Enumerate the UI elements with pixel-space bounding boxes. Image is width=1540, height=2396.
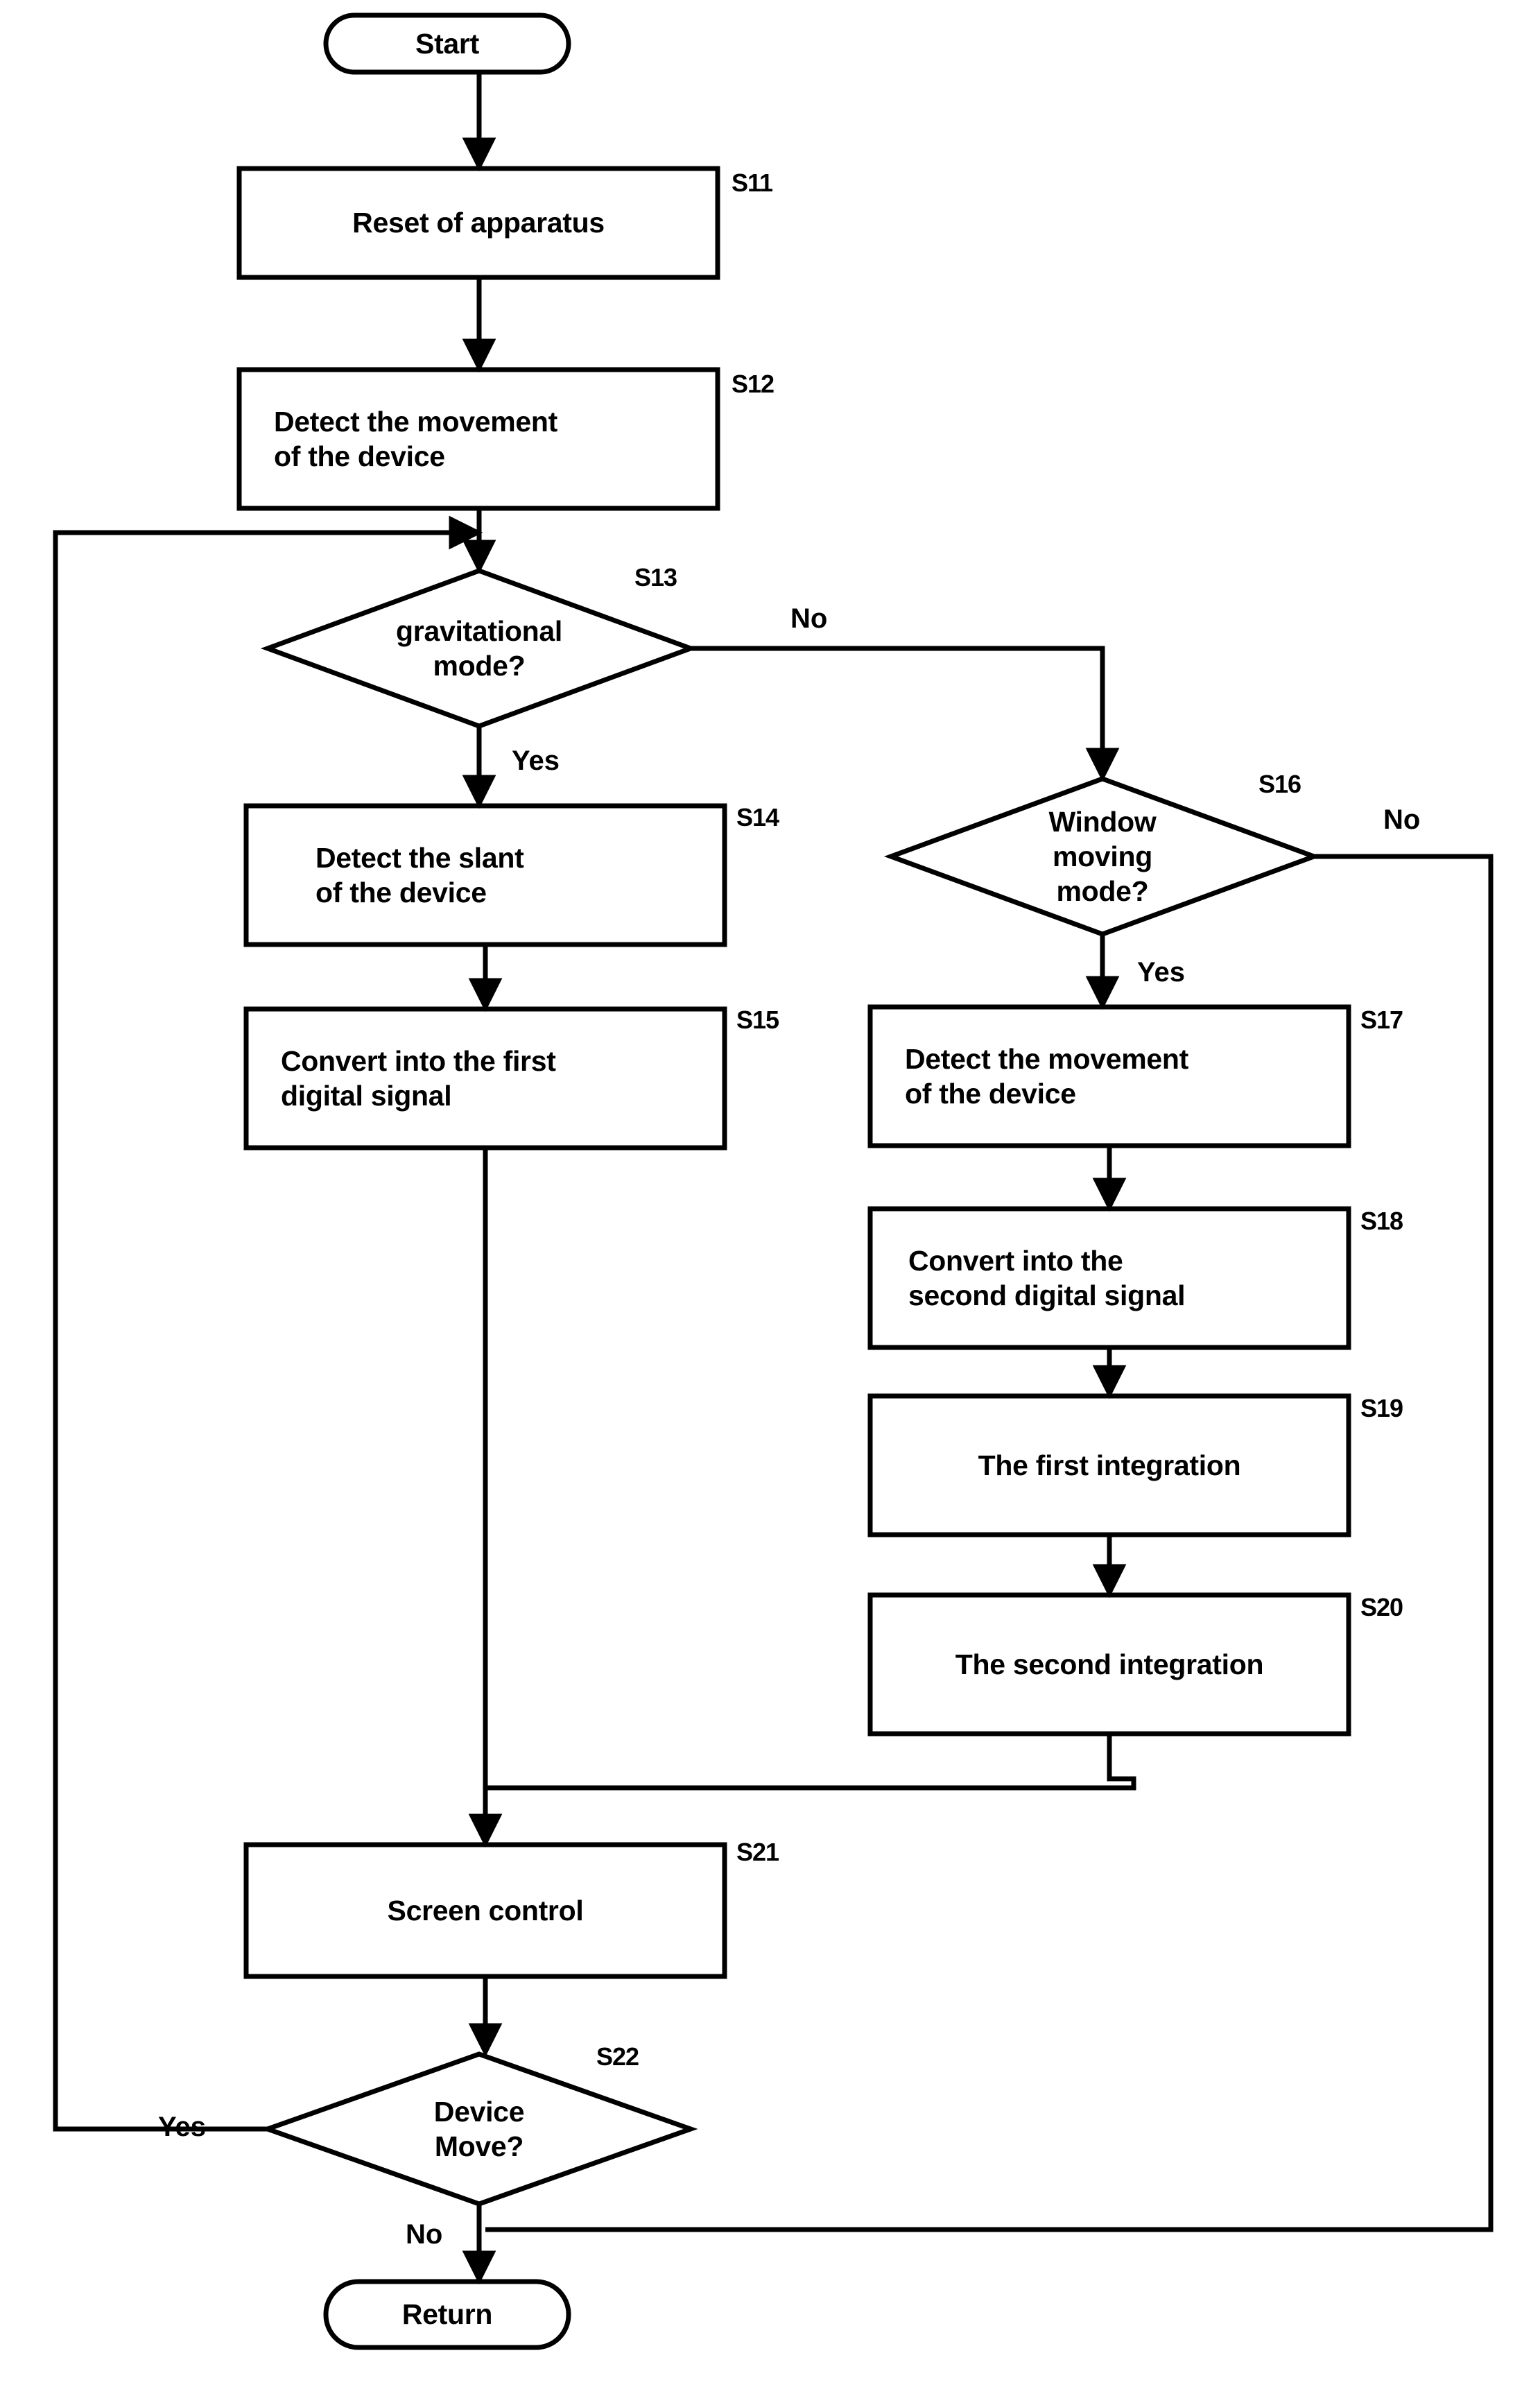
shape-s16 xyxy=(883,776,1322,937)
step-tag-s22: S22 xyxy=(596,2042,639,2071)
shape-s15 xyxy=(243,1006,727,1150)
shape-s19 xyxy=(867,1393,1351,1537)
step-tag-s15: S15 xyxy=(736,1006,779,1034)
shape-s21 xyxy=(243,1842,727,1979)
edge-label-s22-yes: Yes xyxy=(158,2112,206,2142)
shape-s17 xyxy=(867,1004,1351,1148)
step-tag-s19: S19 xyxy=(1360,1394,1403,1422)
step-tag-s17: S17 xyxy=(1360,1006,1403,1034)
step-tag-s12: S12 xyxy=(732,370,775,398)
flowchart-canvas: Start Reset of apparatus Detect the move… xyxy=(0,0,1540,2396)
step-tag-s13: S13 xyxy=(634,563,677,592)
shape-s11 xyxy=(236,166,720,280)
shape-s18 xyxy=(867,1206,1351,1350)
edge-s13-s16 xyxy=(691,646,1120,782)
shape-start xyxy=(323,12,571,75)
edge-label-s13-yes: Yes xyxy=(512,745,560,776)
edge-label-s16-no: No xyxy=(1383,804,1421,835)
edge-label-s16-yes: Yes xyxy=(1137,957,1185,988)
step-tag-s18: S18 xyxy=(1360,1207,1403,1235)
shape-s13 xyxy=(260,568,698,729)
step-tag-s21: S21 xyxy=(736,1838,779,1866)
flowchart-graphics xyxy=(53,12,1494,2350)
shape-return xyxy=(323,2279,571,2350)
step-tag-s14: S14 xyxy=(736,803,779,831)
edge-s20-merge xyxy=(485,1734,1136,1791)
step-tag-s11: S11 xyxy=(732,169,773,197)
edge-label-s13-no: No xyxy=(790,603,828,634)
step-tag-s16: S16 xyxy=(1258,770,1301,798)
shape-s20 xyxy=(867,1592,1351,1736)
shape-s12 xyxy=(236,367,720,511)
edge-label-s22-no: No xyxy=(406,2219,443,2250)
shape-s22 xyxy=(260,2051,698,2207)
shape-s14 xyxy=(243,803,727,947)
step-tag-s20: S20 xyxy=(1360,1593,1403,1621)
